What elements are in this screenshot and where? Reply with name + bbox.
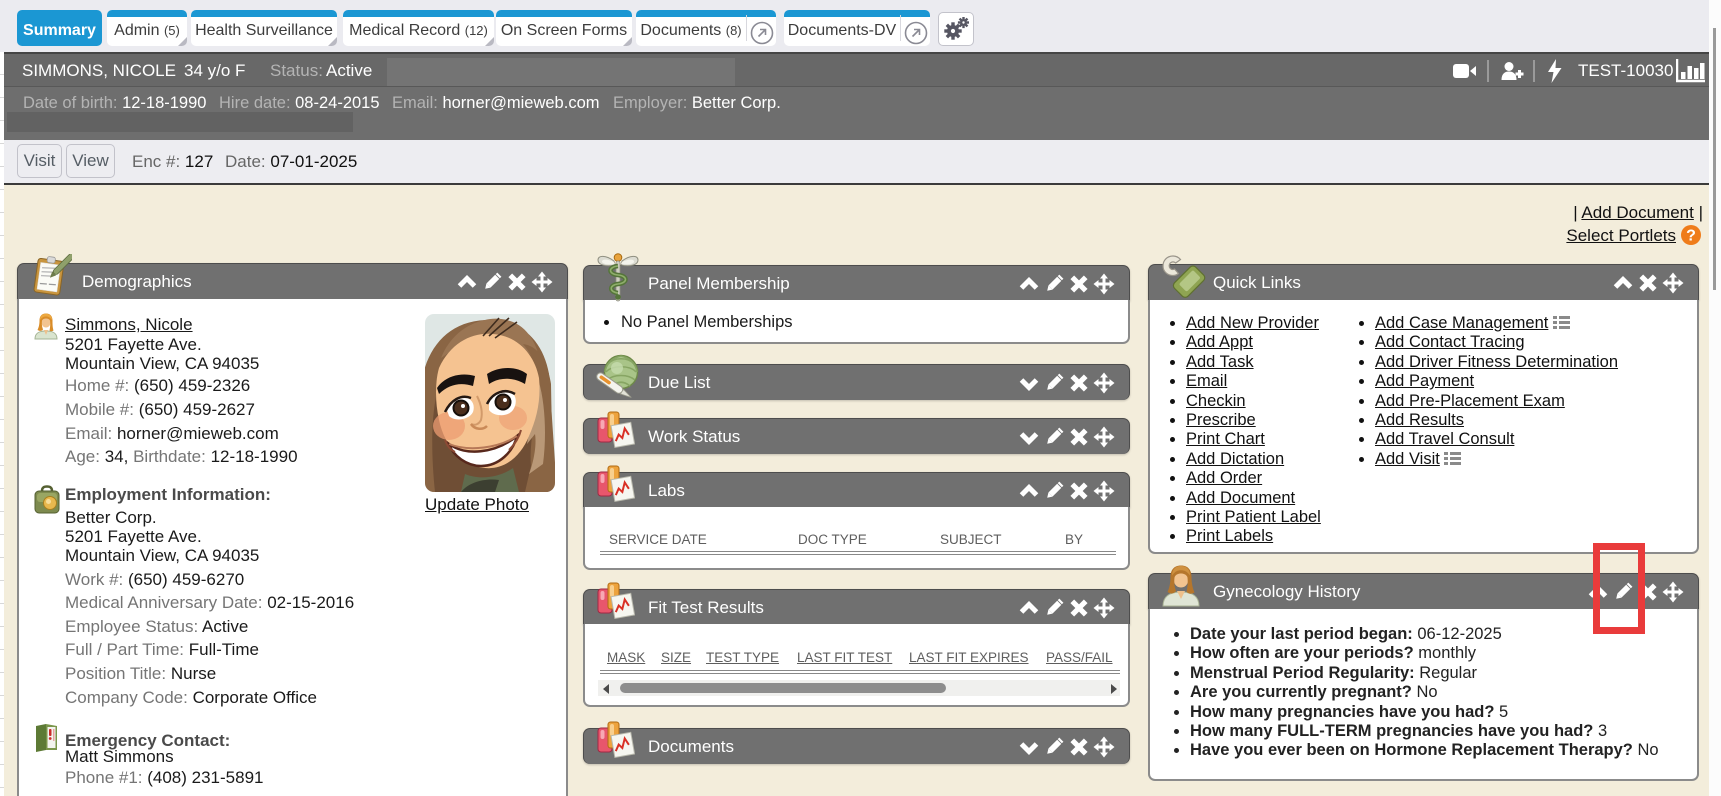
svg-text:?: ?	[1686, 228, 1696, 245]
